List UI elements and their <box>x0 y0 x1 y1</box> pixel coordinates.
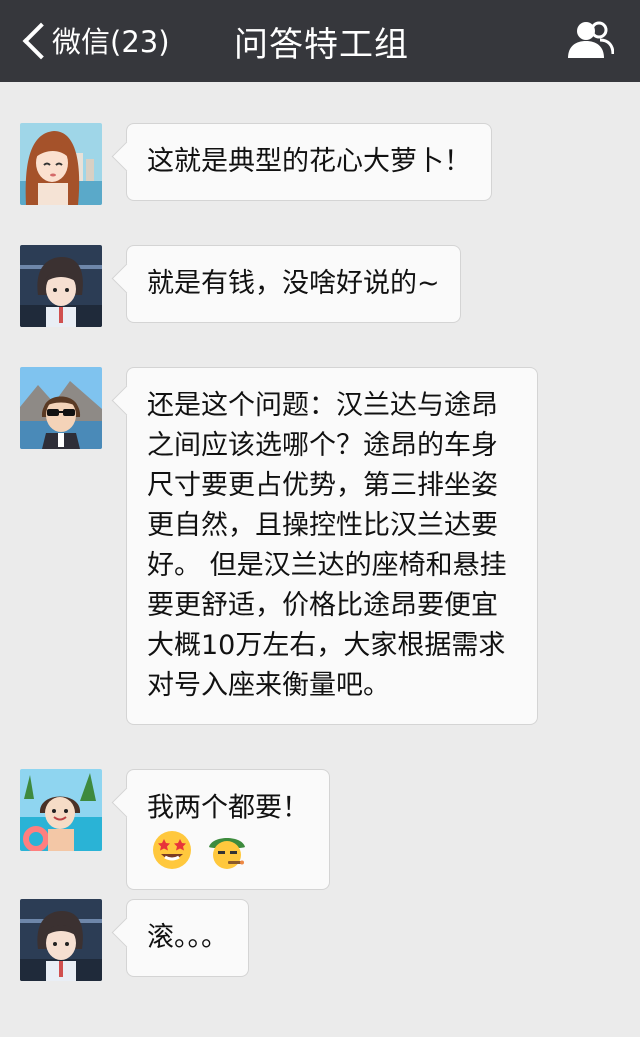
chevron-left-icon <box>20 18 46 62</box>
message-text: 就是有钱，没啥好说的~ <box>147 268 440 299</box>
message-text: 我两个都要！ <box>147 792 309 824</box>
avatar-beach-boy-icon[interactable] <box>20 769 102 851</box>
message-bubble[interactable]: 还是这个问题：汉兰达与途昂之间应该选哪个？途昂的车身尺寸要更占优势，第三排坐姿更… <box>126 367 538 725</box>
chat-title: 问答特工组 <box>234 25 409 65</box>
avatar-boy-dark-icon[interactable] <box>20 899 102 981</box>
message-bubble[interactable]: 我两个都要！ <box>126 769 330 890</box>
message-text: 滚。。。 <box>147 922 228 953</box>
message-bubble[interactable]: 滚。。。 <box>126 899 249 977</box>
avatar-sunglasses-man-icon[interactable] <box>20 367 102 449</box>
message-bubble[interactable]: 就是有钱，没啥好说的~ <box>126 245 461 323</box>
star-struck-emoji-icon <box>151 829 193 871</box>
back-label: 微信(23) <box>52 25 170 59</box>
group-members-icon[interactable] <box>566 20 615 60</box>
avatar-girl-icon[interactable] <box>20 123 102 205</box>
message-text: 这就是典型的花心大萝卜！ <box>147 146 471 177</box>
nav-bar: 微信(23) 问答特工组 <box>0 0 640 82</box>
message-bubble[interactable]: 这就是典型的花心大萝卜！ <box>126 123 492 201</box>
cowboy-emoji-icon <box>206 829 248 871</box>
back-button[interactable]: 微信(23) <box>20 18 170 62</box>
avatar-boy-dark-icon[interactable] <box>20 245 102 327</box>
message-text: 还是这个问题：汉兰达与途昂之间应该选哪个？途昂的车身尺寸要更占优势，第三排坐姿更… <box>147 390 507 701</box>
